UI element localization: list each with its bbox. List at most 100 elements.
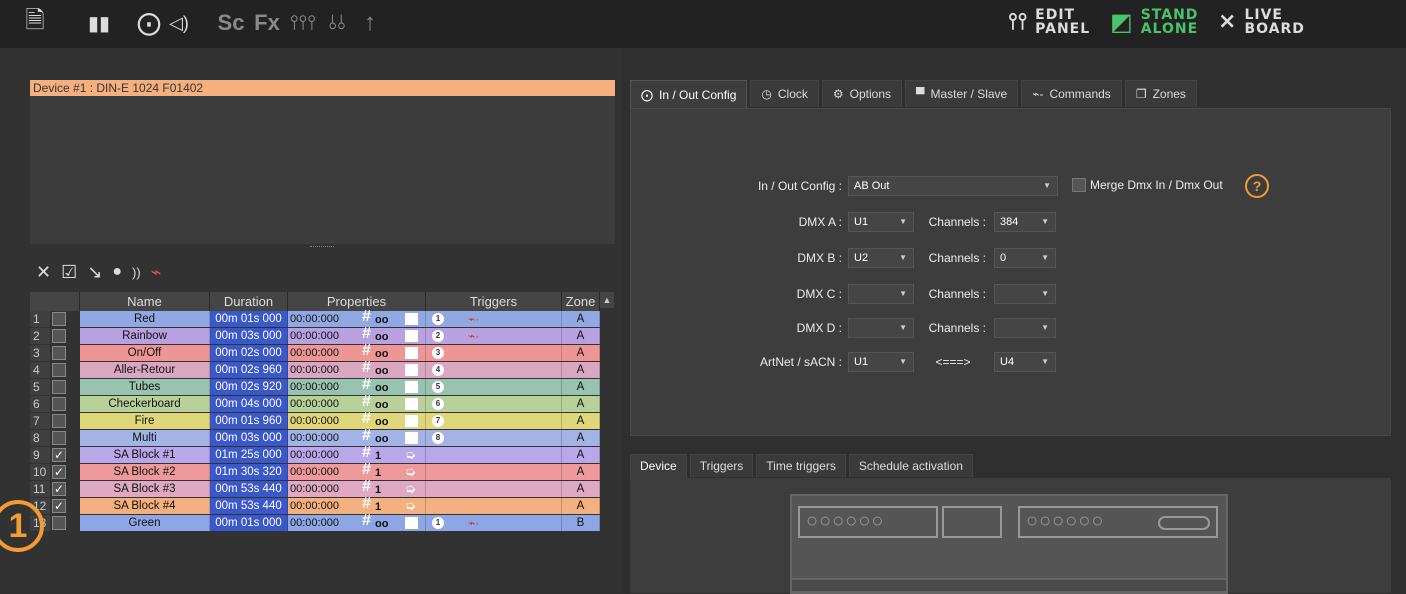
row-zone[interactable]: A bbox=[562, 464, 600, 480]
save-icon[interactable]: 🗎 bbox=[22, 7, 48, 37]
row-duration[interactable]: 00m 02s 920 bbox=[210, 379, 288, 395]
row-checkbox[interactable] bbox=[52, 397, 66, 411]
row-zone[interactable]: A bbox=[562, 362, 600, 378]
dmx-a-select[interactable]: U1 ▼ bbox=[848, 212, 914, 232]
row-name[interactable]: On/Off bbox=[80, 345, 210, 361]
merge-dmx-checkbox[interactable] bbox=[1072, 178, 1086, 192]
next-arrow-icon[interactable]: ➭ bbox=[405, 464, 416, 480]
row-duration[interactable]: 01m 30s 320 bbox=[210, 464, 288, 480]
table-row[interactable]: 10 ✓ SA Block #2 01m 30s 320 00:00:000 #1 ➭ A bbox=[30, 462, 614, 481]
row-checkbox[interactable] bbox=[52, 346, 66, 360]
color-swatch[interactable] bbox=[405, 347, 418, 359]
row-zone[interactable]: A bbox=[562, 311, 600, 327]
row-properties[interactable]: 00:00:000 # oo bbox=[288, 360, 426, 378]
row-checkbox[interactable] bbox=[52, 363, 66, 377]
tab-device[interactable]: Device bbox=[630, 454, 687, 479]
delete-icon[interactable]: ✕ bbox=[36, 262, 51, 283]
tab-zones[interactable]: ❐ Zones bbox=[1124, 80, 1197, 107]
channels-a-select[interactable]: 384 ▼ bbox=[994, 212, 1056, 232]
color-swatch[interactable] bbox=[405, 330, 418, 342]
channels-b-select[interactable]: 0 ▼ bbox=[994, 248, 1056, 268]
row-name[interactable]: Green bbox=[80, 515, 210, 531]
row-properties[interactable]: 00:00:000 #1 ➭ bbox=[288, 462, 426, 480]
table-row[interactable]: 7 Fire 00m 01s 960 00:00:000 # oo 7 A bbox=[30, 411, 614, 430]
row-properties[interactable]: 00:00:000 # oo bbox=[288, 394, 426, 412]
row-name[interactable]: Red bbox=[80, 311, 210, 327]
tab-time-triggers[interactable]: Time triggers bbox=[756, 454, 846, 477]
color-swatch[interactable] bbox=[405, 432, 418, 444]
row-triggers[interactable]: 4 bbox=[426, 362, 562, 378]
row-zone[interactable]: A bbox=[562, 447, 600, 463]
row-name[interactable]: SA Block #4 bbox=[80, 498, 210, 514]
row-zone[interactable]: A bbox=[562, 498, 600, 514]
col-header-duration[interactable]: Duration bbox=[210, 292, 288, 311]
row-duration[interactable]: 00m 02s 960 bbox=[210, 362, 288, 378]
row-zone[interactable]: A bbox=[562, 481, 600, 497]
upload-arrow-icon[interactable]: ↑ bbox=[358, 9, 382, 37]
row-name[interactable]: Aller-Retour bbox=[80, 362, 210, 378]
row-zone[interactable]: A bbox=[562, 430, 600, 446]
row-duration[interactable]: 00m 53s 440 bbox=[210, 498, 288, 514]
row-name[interactable]: SA Block #2 bbox=[80, 464, 210, 480]
table-row[interactable]: 13 Green 00m 01s 000 00:00:000 # oo 1 ⌁· B bbox=[30, 513, 614, 532]
table-row[interactable]: 12 ✓ SA Block #4 00m 53s 440 00:00:000 #1 ➭ A bbox=[30, 496, 614, 515]
live-board-button[interactable]: ⨯ LIVE BOARD bbox=[1218, 8, 1305, 36]
col-header-triggers[interactable]: Triggers bbox=[426, 292, 562, 311]
row-checkbox[interactable] bbox=[52, 312, 66, 326]
device-title[interactable]: Device #1 : DIN-E 1024 F01402 bbox=[30, 80, 615, 96]
row-checkbox[interactable]: ✓ bbox=[52, 448, 66, 462]
speaker-icon[interactable]: ◁) bbox=[164, 9, 194, 37]
command-icon[interactable]: ⌁ bbox=[151, 262, 162, 283]
device-list-area[interactable] bbox=[30, 96, 615, 244]
help-icon[interactable]: ? bbox=[1245, 174, 1269, 198]
row-name[interactable]: SA Block #1 bbox=[80, 447, 210, 463]
row-properties[interactable]: 00:00:000 # oo bbox=[288, 377, 426, 395]
table-row[interactable]: 2 Rainbow 00m 03s 000 00:00:000 # oo 2 ⌁· A bbox=[30, 326, 614, 345]
row-duration[interactable]: 01m 25s 000 bbox=[210, 447, 288, 463]
dmx-c-select[interactable]: ▼ bbox=[848, 284, 914, 304]
row-duration[interactable]: 00m 02s 000 bbox=[210, 345, 288, 361]
tab-commands[interactable]: ⌁- Commands bbox=[1021, 80, 1122, 107]
row-checkbox[interactable]: ✓ bbox=[52, 482, 66, 496]
row-name[interactable]: Tubes bbox=[80, 379, 210, 395]
row-name[interactable]: Fire bbox=[80, 413, 210, 429]
artnet-input-select[interactable]: U1 ▼ bbox=[848, 352, 914, 372]
record-icon[interactable]: ● bbox=[112, 263, 122, 281]
row-zone[interactable]: A bbox=[562, 396, 600, 412]
stand-alone-button[interactable]: ◩ STAND ALONE bbox=[1110, 8, 1198, 36]
row-triggers[interactable]: 7 bbox=[426, 413, 562, 429]
row-triggers[interactable] bbox=[426, 481, 562, 497]
row-checkbox[interactable] bbox=[52, 329, 66, 343]
table-row[interactable]: 11 ✓ SA Block #3 00m 53s 440 00:00:000 #1 ➭ A bbox=[30, 479, 614, 498]
table-row[interactable]: 3 On/Off 00m 02s 000 00:00:000 # oo 3 A bbox=[30, 343, 614, 362]
row-duration[interactable]: 00m 03s 000 bbox=[210, 430, 288, 446]
channels-d-select[interactable]: ▼ bbox=[994, 318, 1056, 338]
row-triggers[interactable] bbox=[426, 498, 562, 514]
row-triggers[interactable]: 1 ⌁· bbox=[426, 515, 562, 531]
row-properties[interactable]: 00:00:000 #1 ➭ bbox=[288, 496, 426, 514]
row-triggers[interactable] bbox=[426, 464, 562, 480]
dmx-connector-icon[interactable]: ⨀ bbox=[136, 9, 162, 37]
row-duration[interactable]: 00m 01s 000 bbox=[210, 515, 288, 531]
bar-chart-icon[interactable]: ▮▮ bbox=[84, 9, 114, 37]
row-properties[interactable]: 00:00:000 # oo bbox=[288, 411, 426, 429]
row-duration[interactable]: 00m 01s 960 bbox=[210, 413, 288, 429]
col-header-zone[interactable]: Zone bbox=[562, 292, 600, 311]
row-properties[interactable]: 00:00:000 # oo bbox=[288, 513, 426, 531]
row-zone[interactable]: A bbox=[562, 328, 600, 344]
table-row[interactable]: 6 Checkerboard 00m 04s 000 00:00:000 # oo 6 A bbox=[30, 394, 614, 413]
row-checkbox[interactable] bbox=[52, 414, 66, 428]
row-zone[interactable]: A bbox=[562, 413, 600, 429]
row-duration[interactable]: 00m 01s 000 bbox=[210, 311, 288, 327]
tab-master-slave[interactable]: ▀ Master / Slave bbox=[905, 80, 1019, 107]
inout-config-select[interactable]: AB Out ▼ bbox=[848, 176, 1058, 196]
next-arrow-icon[interactable]: ➭ bbox=[405, 447, 416, 463]
color-swatch[interactable] bbox=[405, 381, 418, 393]
tab-triggers[interactable]: Triggers bbox=[689, 454, 754, 477]
channels-c-select[interactable]: ▼ bbox=[994, 284, 1056, 304]
row-triggers[interactable]: 1 ⌁· bbox=[426, 311, 562, 327]
row-triggers[interactable]: 8 bbox=[426, 430, 562, 446]
faders-icon[interactable]: ⫯⫯⫯ bbox=[288, 9, 318, 37]
jump-arrow-icon[interactable]: ↘ bbox=[87, 262, 102, 283]
row-checkbox[interactable] bbox=[52, 516, 66, 530]
